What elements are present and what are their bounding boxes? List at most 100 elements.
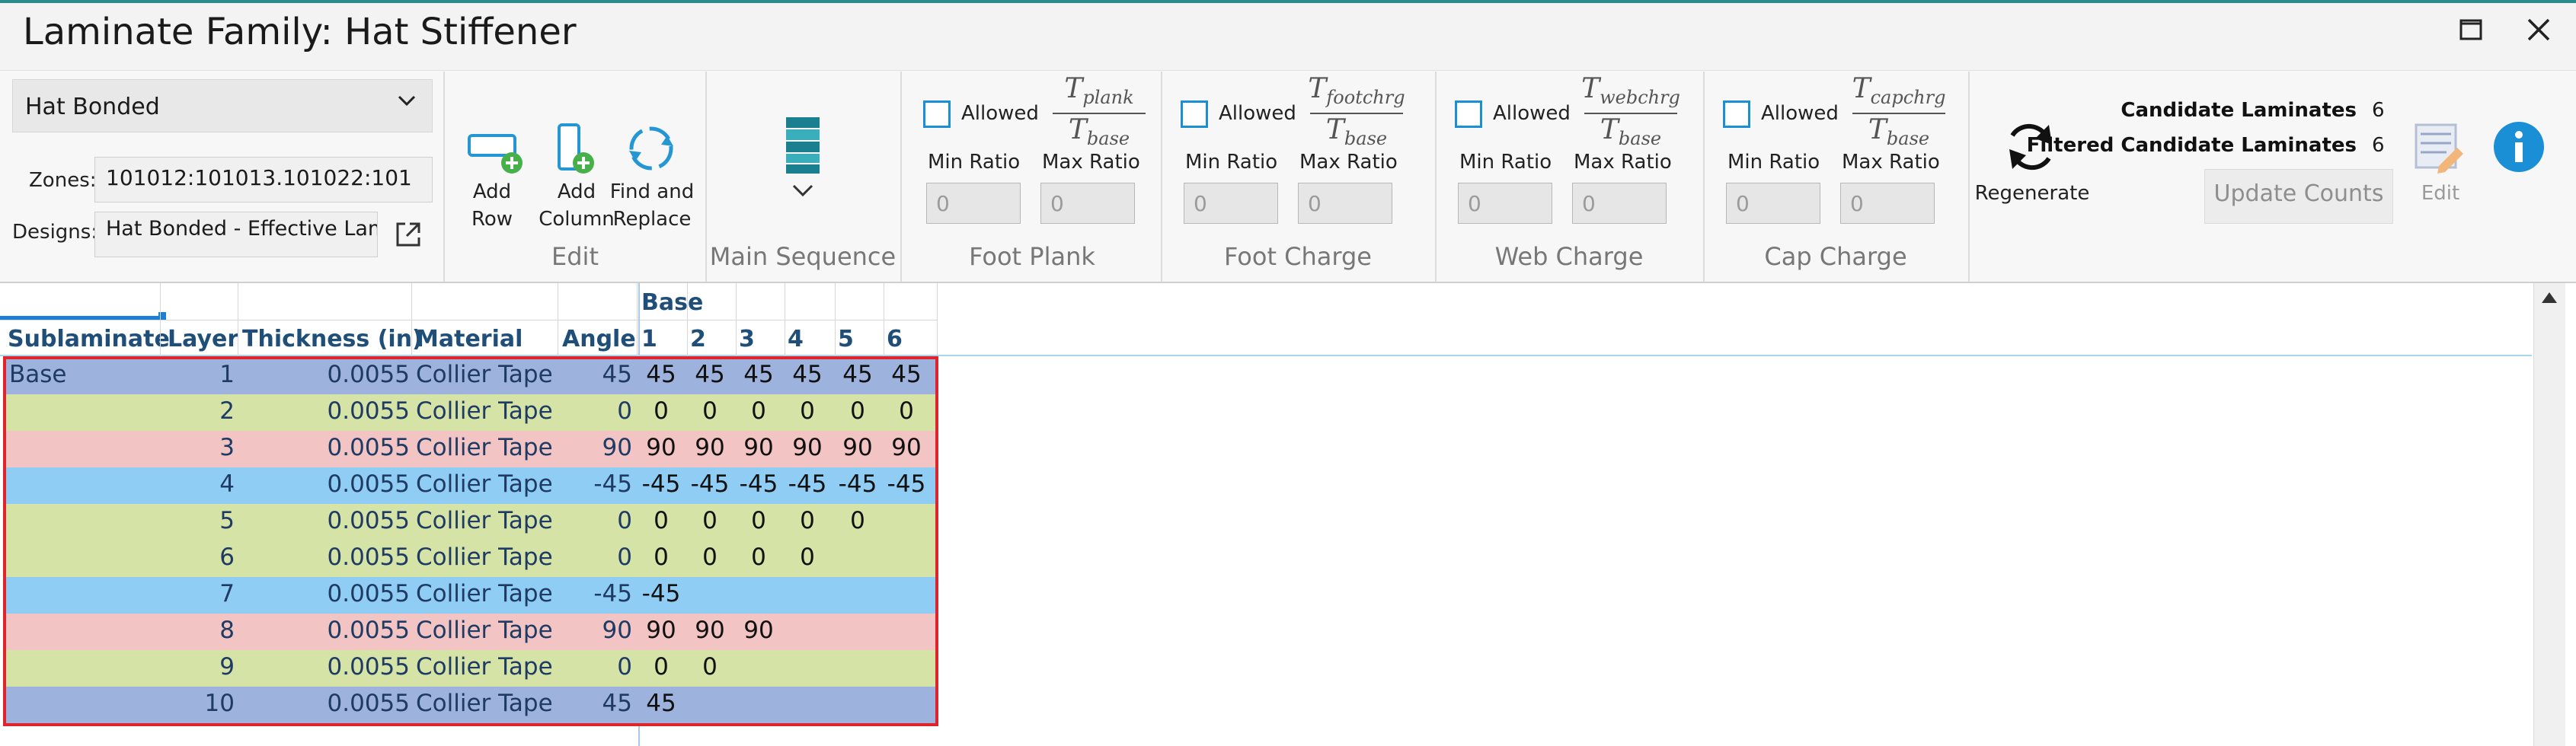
ribbon-separator [705,72,707,282]
find-replace-label-2: Replace [612,208,692,231]
scroll-up-arrow-icon[interactable] [2539,289,2559,309]
allowed-checkbox[interactable] [1455,100,1482,128]
allowed-checkbox[interactable] [1723,100,1750,128]
update-counts-button[interactable]: Update Counts [2204,169,2393,224]
allowed-label: Allowed [961,102,1039,125]
main-sequence-icon[interactable] [785,116,821,178]
allowed-label: Allowed [1219,102,1296,125]
column-header[interactable]: 5 [838,326,854,352]
min-ratio-input[interactable]: 0 [926,183,1021,224]
column-header[interactable]: 3 [739,326,755,352]
main-sequence-label: Main Sequence [709,242,896,271]
numerator-subscript: webchrg [1600,87,1680,109]
denominator-subscript: base [1344,128,1388,150]
numerator-symbol: T [1581,73,1600,104]
add-row-label-2: Row [471,208,513,231]
denominator-subscript: base [1086,128,1130,150]
column-separator [160,283,161,356]
candidate-laminates-value: 6 [2372,99,2385,122]
filtered-candidate-laminates-value: 6 [2372,134,2385,157]
column-header[interactable]: Sublaminate [8,326,170,352]
column-header[interactable]: 4 [788,326,804,352]
info-icon[interactable] [2492,120,2546,177]
ratio-numerator: Tplank [1042,73,1156,108]
min-ratio-input[interactable]: 0 [1184,183,1278,224]
designs-label: Designs: [12,221,98,244]
candidate-laminates-label: Candidate Laminates [2121,99,2357,122]
designs-field[interactable]: Hat Bonded - Effective Laminate [94,212,378,257]
selection-outline [3,356,938,726]
zones-input[interactable]: 101012:101013.101022:101 [94,157,433,202]
ribbon-separator [443,72,445,282]
min-ratio-input[interactable]: 0 [1458,183,1552,224]
denominator-symbol: T [1068,114,1087,145]
ribbon-separator [900,72,902,282]
find-replace-button[interactable]: Find and Replace [605,178,699,233]
column-separator [835,283,836,356]
ribbon-separator [1968,72,1970,282]
max-ratio-label: Max Ratio [1574,151,1672,174]
add-row-label-1: Add [472,180,512,203]
column-header[interactable]: 2 [690,326,706,352]
zones-label: Zones: [29,169,97,192]
find-replace-label-1: Find and [609,180,695,203]
ratio-numerator: Tcapchrg [1842,73,1956,108]
column-separator [637,283,638,356]
grid-corner-cell[interactable] [0,285,160,320]
ratio-group-label: Foot Plank [969,242,1095,271]
min-ratio-label: Min Ratio [928,151,1021,174]
allowed-checkbox[interactable] [1181,100,1208,128]
min-ratio-label: Min Ratio [1727,151,1820,174]
allowed-checkbox[interactable] [923,100,951,128]
filtered-candidate-laminates-label: Filtered Candidate Laminates [2026,134,2357,157]
find-replace-icon[interactable] [623,120,679,180]
max-ratio-label: Max Ratio [1299,151,1398,174]
column-header[interactable]: Thickness (in) [242,326,423,352]
grid-right-border [937,283,938,359]
min-ratio-label: Min Ratio [1185,151,1278,174]
column-header[interactable]: 1 [641,326,657,352]
column-separator [687,283,688,356]
main-sequence-chevron-icon[interactable] [791,183,815,202]
add-row-icon[interactable] [466,122,524,183]
ratio-denominator: Tbase [1842,114,1956,149]
denominator-symbol: T [1868,114,1887,145]
numerator-subscript: footchrg [1326,87,1405,109]
allowed-label: Allowed [1761,102,1839,125]
add-column-icon[interactable] [551,122,605,183]
max-ratio-input[interactable]: 0 [1040,183,1135,224]
external-link-icon[interactable] [393,219,423,253]
column-header[interactable]: Layer [168,326,238,352]
chevron-down-icon[interactable] [395,89,418,118]
ratio-group-label: Cap Charge [1764,242,1907,271]
max-ratio-label: Max Ratio [1042,151,1140,174]
max-ratio-input[interactable]: 0 [1572,183,1667,224]
denominator-symbol: T [1325,114,1344,145]
column-header[interactable]: Angle [562,326,636,352]
column-header[interactable]: Material [416,326,523,352]
max-ratio-label: Max Ratio [1842,151,1940,174]
column-separator [736,283,737,356]
add-row-button[interactable]: Add Row [462,178,523,233]
ratio-denominator: Tbase [1042,114,1156,149]
window-title: Laminate Family: Hat Stiffener [23,11,577,53]
base-group-header: Base [641,289,704,316]
laminate-family-select[interactable]: Hat Bonded [12,79,433,132]
edit-button[interactable]: Edit [2415,180,2466,207]
numerator-symbol: T [1064,73,1083,104]
min-ratio-input[interactable]: 0 [1726,183,1820,224]
regenerate-button[interactable]: Regenerate [1974,180,2090,207]
numerator-symbol: T [1852,73,1871,104]
maximize-icon[interactable] [2459,15,2485,50]
column-separator [411,283,412,356]
laminate-family-value: Hat Bonded [25,94,160,120]
numerator-symbol: T [1308,73,1327,104]
ratio-denominator: Tbase [1299,114,1414,149]
column-header[interactable]: 6 [887,326,903,352]
max-ratio-input[interactable]: 0 [1840,183,1935,224]
edit-table-icon[interactable] [2413,122,2466,178]
close-icon[interactable] [2526,15,2552,50]
numerator-subscript: plank [1082,87,1134,109]
max-ratio-input[interactable]: 0 [1298,183,1392,224]
vertical-scrollbar[interactable] [2533,283,2565,746]
